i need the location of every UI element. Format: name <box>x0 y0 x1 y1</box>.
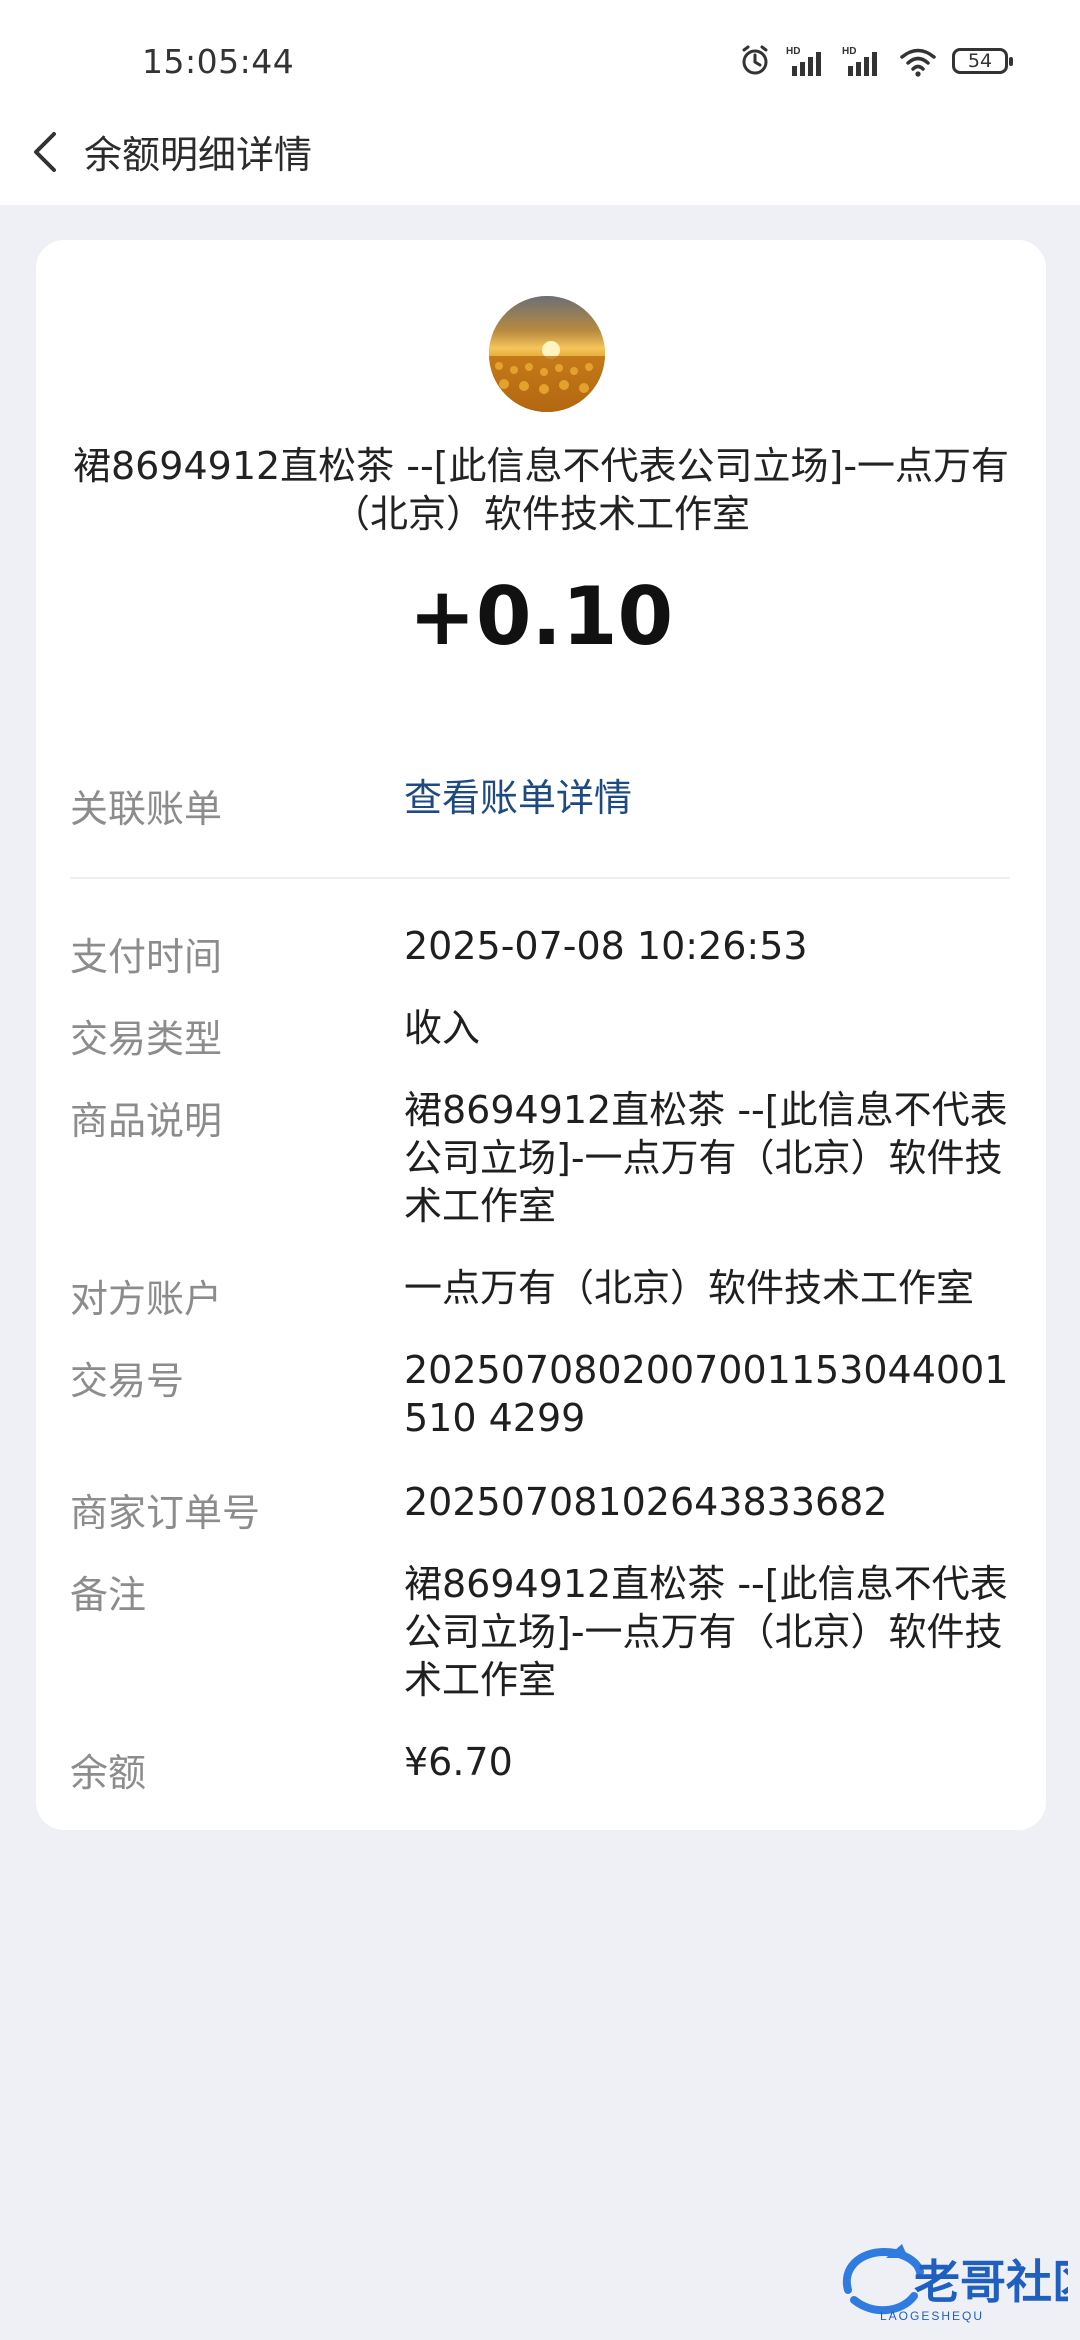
status-time: 15:05:44 <box>142 42 295 81</box>
remark-value: 裙8694912直松茶 --[此信息不代表公司立场]-一点万有（北京）软件技术工… <box>404 1562 1008 1702</box>
merchant-avatar <box>489 296 605 412</box>
trade-type-label: 交易类型 <box>70 1017 223 1061</box>
alarm-icon <box>742 45 768 75</box>
transaction-amount: +0.10 <box>408 570 674 663</box>
signal-icon: HD <box>786 46 821 76</box>
watermark-subtext: LAOGESHEQU <box>880 2309 984 2323</box>
counterparty-label: 对方账户 <box>70 1277 223 1321</box>
trade-no-label: 交易号 <box>70 1359 185 1403</box>
pay-time-label: 支付时间 <box>70 935 223 979</box>
product-label: 商品说明 <box>70 1099 223 1143</box>
merchant-order-value: 20250708102643833682 <box>404 1480 888 1524</box>
product-value: 裙8694912直松茶 --[此信息不代表公司立场]-一点万有（北京）软件技术工… <box>404 1088 1008 1228</box>
trade-type-value: 收入 <box>404 1006 481 1050</box>
counterparty-value: 一点万有（北京）软件技术工作室 <box>404 1266 975 1310</box>
status-icons: HD HD 54 <box>738 44 1013 78</box>
battery-icon: 54 <box>952 48 1013 74</box>
watermark-logo: 老哥社区 LAOGESHEQU <box>832 2234 1080 2326</box>
balance-value: ¥6.70 <box>404 1740 513 1784</box>
divider <box>70 877 1010 879</box>
watermark-text: 老哥社区 <box>914 2255 1068 2309</box>
back-button[interactable] <box>22 124 66 180</box>
svg-text:HD: HD <box>842 46 856 57</box>
merchant-name: 裙8694912直松茶 --[此信息不代表公司立场]-一点万有（北京）软件技术工… <box>72 444 1010 536</box>
balance-label: 余额 <box>70 1751 147 1795</box>
linked-bill-label: 关联账单 <box>70 787 223 831</box>
signal-icon-2: HD <box>842 46 877 76</box>
svg-text:HD: HD <box>786 46 800 57</box>
page-title: 余额明细详情 <box>84 133 313 177</box>
detail-card: 裙8694912直松茶 --[此信息不代表公司立场]-一点万有（北京）软件技术工… <box>36 240 1046 1830</box>
pay-time-value: 2025-07-08 10:26:53 <box>404 924 808 968</box>
remark-label: 备注 <box>70 1573 147 1617</box>
view-bill-details-link[interactable]: 查看账单详情 <box>404 774 1014 822</box>
top-bar: 15:05:44 HD HD 54 余额明细详情 <box>0 0 1080 205</box>
trade-no-value: 2025070802007001153044001510 4299 <box>404 1348 1009 1440</box>
wifi-icon <box>900 48 936 77</box>
merchant-order-label: 商家订单号 <box>70 1491 261 1535</box>
